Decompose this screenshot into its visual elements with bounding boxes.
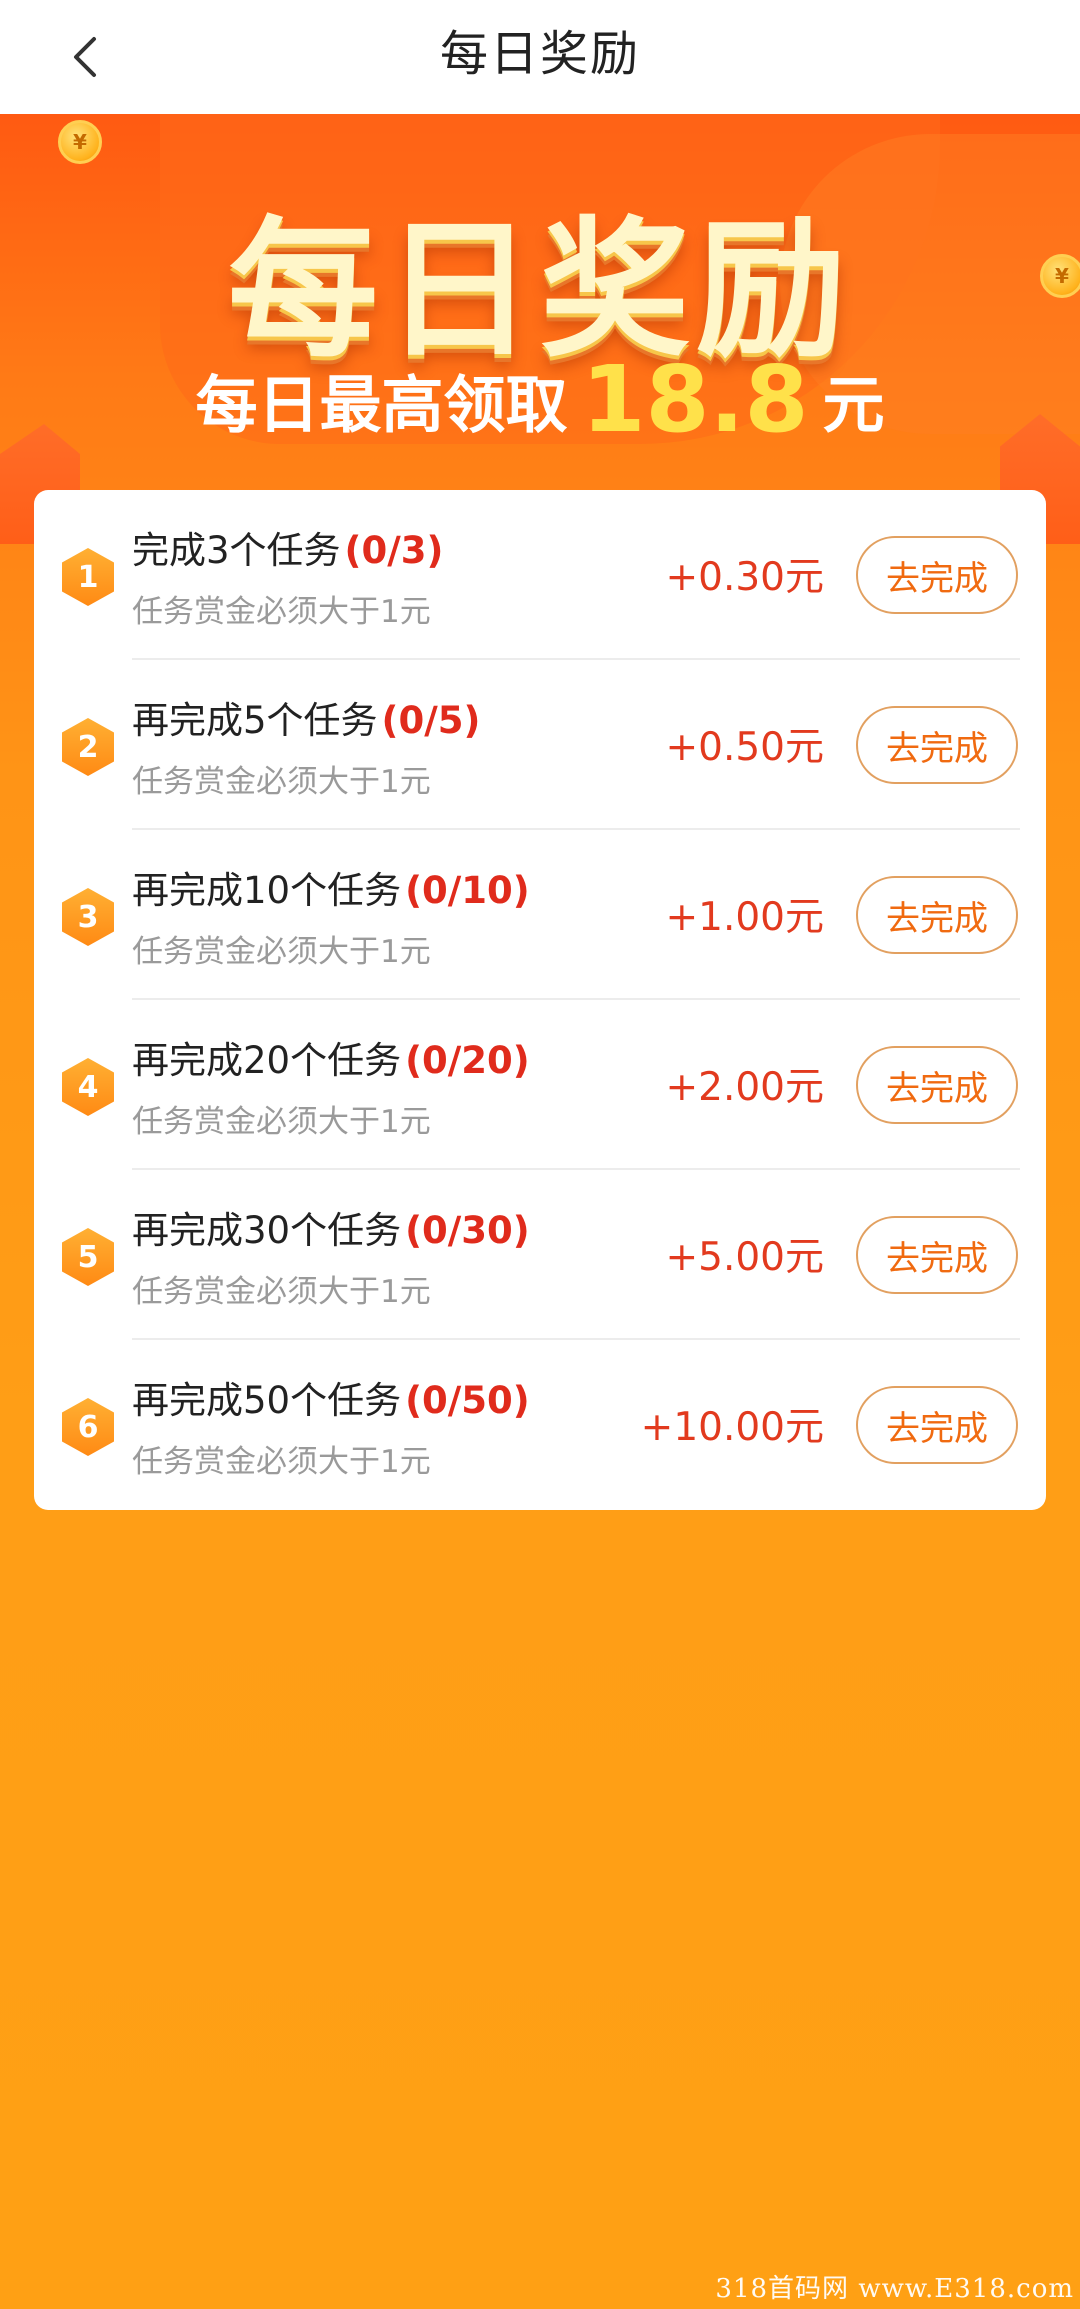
task-reward: +2.00元 (665, 1065, 824, 1110)
task-title: 再完成20个任务 (0/20) (132, 1030, 530, 1084)
task-requirement: 任务赏金必须大于1元 (132, 1444, 431, 1480)
task-progress: (0/5) (381, 699, 481, 742)
task-row: 1 完成3个任务 (0/3) 任务赏金必须大于1元 +0.30元 去完成 (34, 490, 1046, 660)
task-title-text: 再完成5个任务 (132, 699, 378, 742)
task-number-badge: 5 (62, 1228, 114, 1286)
task-requirement: 任务赏金必须大于1元 (132, 764, 431, 800)
task-title: 再完成10个任务 (0/10) (132, 860, 530, 914)
task-row: 2 再完成5个任务 (0/5) 任务赏金必须大于1元 +0.50元 去完成 (34, 660, 1046, 830)
task-number-badge: 2 (62, 718, 114, 776)
task-number-badge: 4 (62, 1058, 114, 1116)
page-title: 每日奖励 (439, 26, 640, 82)
task-title-text: 再完成50个任务 (132, 1379, 402, 1422)
banner-amount-unit: 元 (822, 368, 885, 442)
task-list-card: 1 完成3个任务 (0/3) 任务赏金必须大于1元 +0.30元 去完成 2 再完… (34, 490, 1046, 1510)
task-progress: (0/50) (405, 1379, 530, 1422)
task-reward: +0.30元 (665, 555, 824, 600)
task-row: 3 再完成10个任务 (0/10) 任务赏金必须大于1元 +1.00元 去完成 (34, 830, 1046, 1000)
task-row: 6 再完成50个任务 (0/50) 任务赏金必须大于1元 +10.00元 去完成 (34, 1340, 1046, 1510)
task-title-text: 完成3个任务 (132, 529, 341, 572)
task-reward: +0.50元 (665, 725, 824, 770)
task-row: 5 再完成30个任务 (0/30) 任务赏金必须大于1元 +5.00元 去完成 (34, 1170, 1046, 1340)
task-row: 4 再完成20个任务 (0/20) 任务赏金必须大于1元 +2.00元 去完成 (34, 1000, 1046, 1170)
task-requirement: 任务赏金必须大于1元 (132, 1274, 431, 1310)
task-title-text: 再完成10个任务 (132, 869, 402, 912)
task-requirement: 任务赏金必须大于1元 (132, 594, 431, 630)
task-title: 再完成50个任务 (0/50) (132, 1370, 530, 1424)
task-number-badge: 1 (62, 548, 114, 606)
task-progress: (0/20) (405, 1039, 530, 1082)
task-title: 再完成5个任务 (0/5) (132, 690, 480, 744)
task-title-text: 再完成20个任务 (132, 1039, 402, 1082)
banner-max-amount: 18.8 (581, 346, 809, 453)
task-title: 完成3个任务 (0/3) (132, 520, 443, 574)
coin-icon: ¥ (58, 120, 102, 164)
task-number-badge: 6 (62, 1398, 114, 1456)
task-reward: +10.00元 (640, 1405, 824, 1450)
task-title-text: 再完成30个任务 (132, 1209, 402, 1252)
task-number-badge: 3 (62, 888, 114, 946)
top-nav-bar: 每日奖励 (0, 0, 1080, 114)
go-complete-button[interactable]: 去完成 (856, 706, 1018, 784)
go-complete-button[interactable]: 去完成 (856, 1046, 1018, 1124)
task-reward: +5.00元 (665, 1235, 824, 1280)
site-watermark: 318首码网 www.E318.com (715, 2274, 1074, 2304)
task-requirement: 任务赏金必须大于1元 (132, 934, 431, 970)
task-requirement: 任务赏金必须大于1元 (132, 1104, 431, 1140)
go-complete-button[interactable]: 去完成 (856, 1386, 1018, 1464)
task-title: 再完成30个任务 (0/30) (132, 1200, 530, 1254)
go-complete-button[interactable]: 去完成 (856, 536, 1018, 614)
go-complete-button[interactable]: 去完成 (856, 876, 1018, 954)
task-progress: (0/3) (344, 529, 444, 572)
banner-subtitle-lead: 每日最高领取 (195, 368, 568, 442)
task-progress: (0/30) (405, 1209, 530, 1252)
banner-subtitle: 每日最高领取 18.8 元 (0, 346, 1080, 453)
go-complete-button[interactable]: 去完成 (856, 1216, 1018, 1294)
task-progress: (0/10) (405, 869, 530, 912)
task-reward: +1.00元 (665, 895, 824, 940)
